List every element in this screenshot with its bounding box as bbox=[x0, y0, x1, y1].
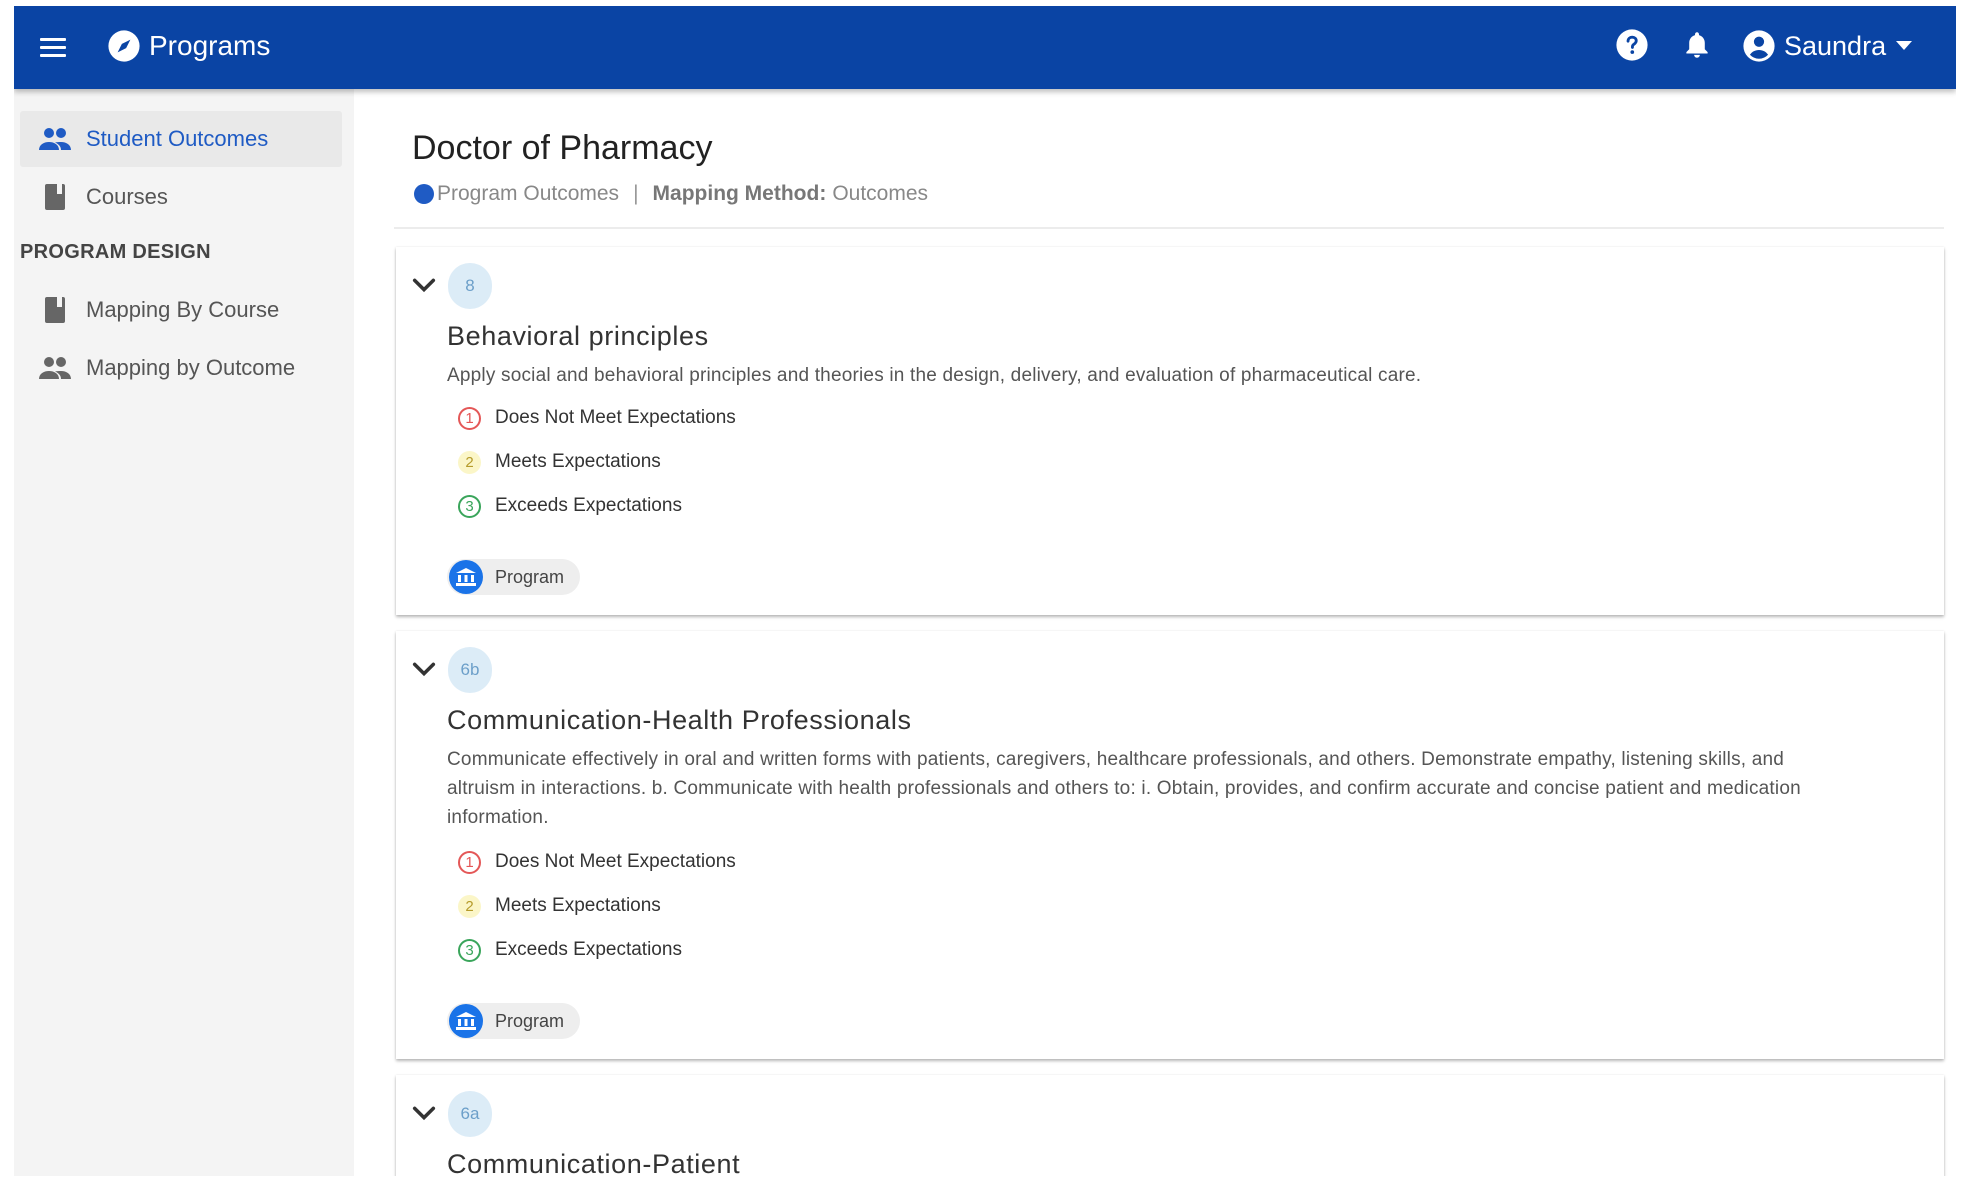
level-label: Exceeds Expectations bbox=[495, 495, 682, 516]
outcome-title: Communication-Health Professionals bbox=[447, 705, 912, 735]
level-label: Meets Expectations bbox=[495, 451, 661, 472]
level-label: Does Not Meet Expectations bbox=[495, 851, 736, 872]
separator: | bbox=[633, 182, 639, 205]
status-dot-icon bbox=[414, 184, 434, 204]
chevron-down-icon[interactable] bbox=[410, 1099, 438, 1127]
bell-icon[interactable] bbox=[1680, 28, 1714, 62]
level-number: 3 bbox=[458, 938, 481, 962]
divider bbox=[394, 227, 1944, 229]
level-label: Does Not Meet Expectations bbox=[495, 407, 736, 428]
outcome-card: 6b Communication-Health Professionals Co… bbox=[396, 631, 1944, 1059]
page-title: Doctor of Pharmacy bbox=[412, 129, 713, 167]
level-item: 1 Does Not Meet Expectations bbox=[458, 845, 736, 879]
outcome-number-badge: 8 bbox=[448, 263, 492, 309]
chevron-down-icon[interactable] bbox=[410, 655, 438, 683]
sidebar-section-heading: PROGRAM DESIGN bbox=[20, 241, 211, 263]
outcome-description: Apply social and behavioral principles a… bbox=[447, 365, 1422, 386]
caret-down-icon bbox=[1896, 41, 1913, 50]
outcome-description: Communicate effectively in oral and writ… bbox=[447, 749, 1801, 828]
sidebar-item-label: Courses bbox=[86, 184, 168, 209]
institution-icon bbox=[449, 560, 483, 594]
level-number: 2 bbox=[458, 450, 481, 474]
level-label: Exceeds Expectations bbox=[495, 939, 682, 960]
main-content: Doctor of Pharmacy Program Outcomes | Ma… bbox=[354, 89, 1956, 1176]
sidebar-item-mapping-by-outcome[interactable]: Mapping by Outcome bbox=[20, 340, 342, 396]
chip-label: Program bbox=[495, 566, 565, 587]
menu-icon[interactable] bbox=[38, 33, 68, 63]
level-number: 1 bbox=[458, 406, 481, 430]
level-item: 1 Does Not Meet Expectations bbox=[458, 401, 736, 435]
book-icon bbox=[38, 183, 72, 211]
sidebar-item-label: Student Outcomes bbox=[86, 126, 269, 151]
top-app-bar: Programs Saundra bbox=[14, 6, 1956, 89]
level-number: 2 bbox=[458, 894, 481, 918]
people-icon bbox=[38, 354, 72, 382]
level-item: 2 Meets Expectations bbox=[458, 445, 661, 479]
level-label: Meets Expectations bbox=[495, 895, 661, 916]
level-number: 1 bbox=[458, 850, 481, 874]
compass-icon bbox=[108, 30, 140, 62]
app-title[interactable]: Programs bbox=[149, 28, 270, 64]
help-icon[interactable] bbox=[1615, 28, 1649, 62]
outcome-number-badge: 6a bbox=[448, 1091, 492, 1137]
level-item: 3 Exceeds Expectations bbox=[458, 933, 682, 967]
outcome-card: 8 Behavioral principles Apply social and… bbox=[396, 247, 1944, 615]
sidebar-item-label: Mapping By Course bbox=[86, 297, 280, 322]
sidebar-item-student-outcomes[interactable]: Student Outcomes bbox=[20, 111, 342, 167]
page-subtitle: Program Outcomes | Mapping Method: Outco… bbox=[414, 182, 928, 206]
program-chip[interactable]: Program bbox=[447, 1003, 581, 1039]
user-menu[interactable]: Saundra bbox=[1742, 26, 1913, 66]
sidebar-item-mapping-by-course[interactable]: Mapping By Course bbox=[20, 282, 342, 338]
outcome-title: Communication-Patient bbox=[447, 1149, 741, 1176]
sidebar: Student Outcomes Courses PROGRAM DESIGN … bbox=[14, 89, 354, 1176]
app-window: Programs Saundra Student Outcomes Course… bbox=[14, 6, 1956, 1176]
book-icon bbox=[38, 296, 72, 324]
sidebar-item-label: Mapping by Outcome bbox=[86, 355, 296, 380]
level-item: 3 Exceeds Expectations bbox=[458, 489, 682, 523]
mapping-method-label: Mapping Method: bbox=[652, 182, 827, 205]
context-label: Program Outcomes bbox=[437, 182, 620, 205]
outcome-title: Behavioral principles bbox=[447, 321, 709, 351]
chip-label: Program bbox=[495, 1010, 565, 1031]
sidebar-item-courses[interactable]: Courses bbox=[20, 169, 342, 225]
account-circle-icon bbox=[1743, 30, 1775, 62]
program-chip[interactable]: Program bbox=[447, 559, 581, 595]
level-item: 2 Meets Expectations bbox=[458, 889, 661, 923]
outcome-card: 6a Communication-Patient bbox=[396, 1075, 1944, 1176]
people-icon bbox=[38, 125, 72, 153]
institution-icon bbox=[449, 1004, 483, 1038]
outcome-number-badge: 6b bbox=[448, 647, 492, 693]
level-number: 3 bbox=[458, 494, 481, 518]
mapping-method-value: Outcomes bbox=[832, 182, 929, 205]
user-name: Saundra bbox=[1784, 30, 1887, 61]
chevron-down-icon[interactable] bbox=[410, 271, 438, 299]
